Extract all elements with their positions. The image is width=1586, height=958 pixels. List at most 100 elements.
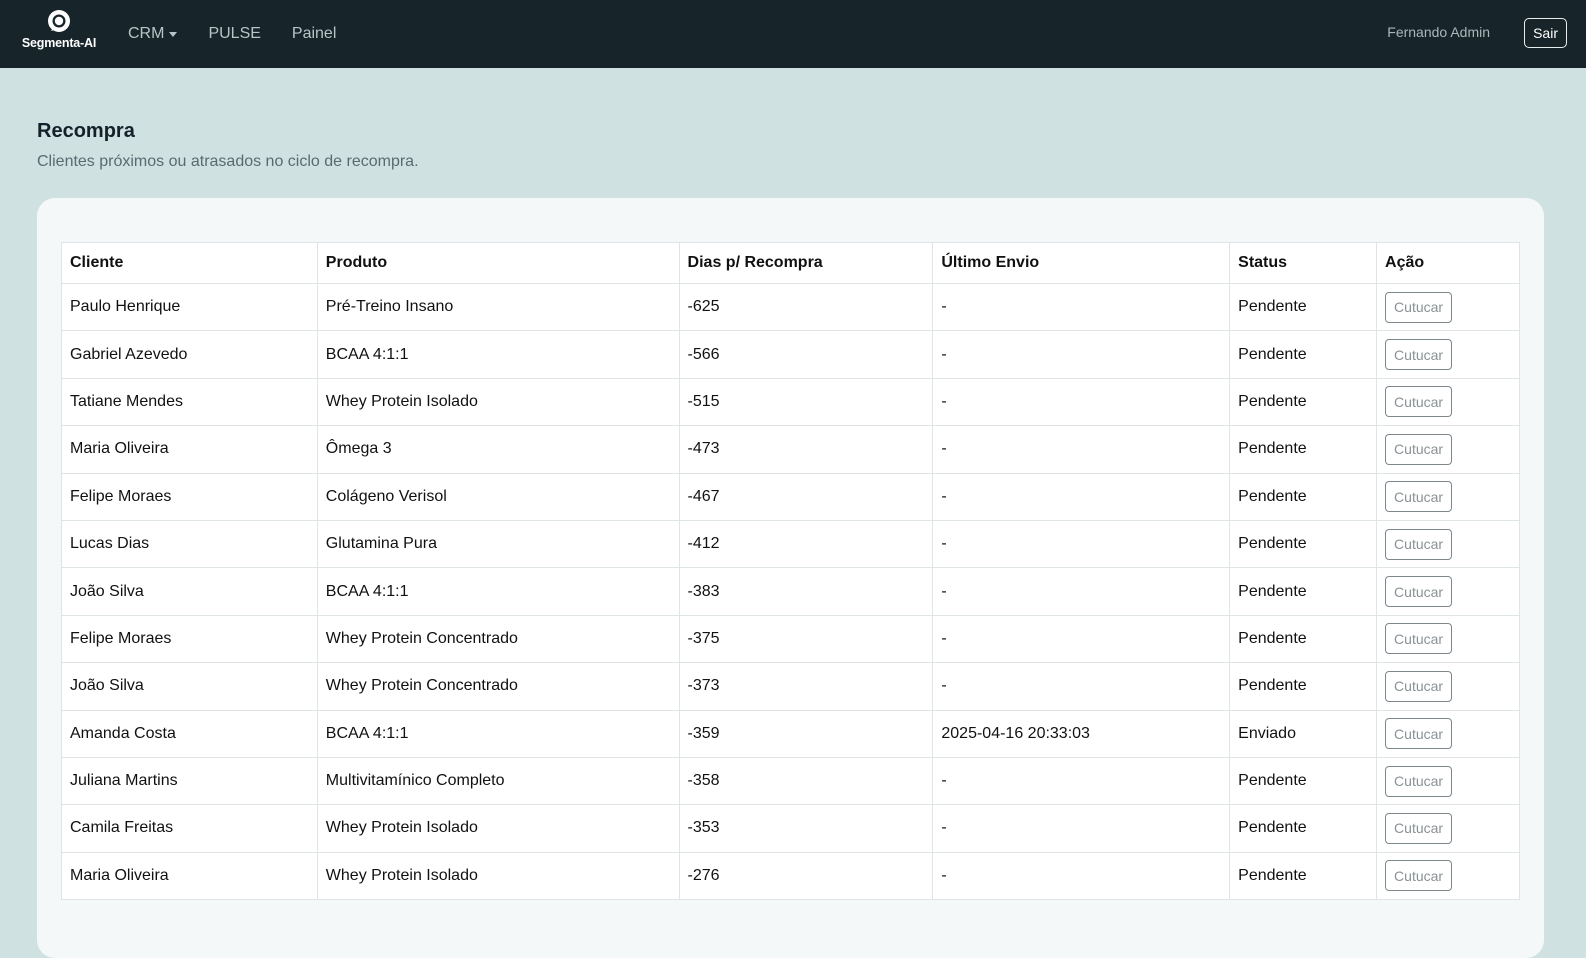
cell-cliente: Maria Oliveira	[61, 425, 318, 474]
column-header-status: Status	[1229, 242, 1378, 284]
cell-acao: Cutucar	[1376, 330, 1520, 379]
table-row: Paulo Henrique Pré-Treino Insano -625- Pend…	[61, 282, 1520, 332]
cell-status: Pendente	[1229, 567, 1378, 616]
cutucar-button[interactable]: Cutucar	[1385, 433, 1453, 465]
cell-acao: Cutucar	[1376, 662, 1520, 711]
cutucar-button[interactable]: Cutucar	[1385, 291, 1453, 323]
cell-produto: Whey Protein Concentrado	[316, 614, 680, 664]
cell-produto: BCAA 4:1:1	[316, 709, 680, 758]
brand-name: Segmenta-AI	[21, 36, 97, 50]
column-header-cliente: Cliente	[61, 242, 318, 284]
cutucar-button[interactable]: Cutucar	[1385, 860, 1453, 892]
cell-produto: Colágeno Verisol	[316, 472, 680, 521]
cell-cliente: Paulo Henrique	[61, 282, 318, 332]
table-row: Felipe Moraes Whey Protein Concentrado -37…	[61, 614, 1520, 664]
cutucar-button[interactable]: Cutucar	[1385, 670, 1453, 702]
cell-ultimo-envio: -	[932, 282, 1231, 332]
cell-acao: Cutucar	[1376, 282, 1520, 332]
column-header-produto: Produto	[316, 242, 680, 284]
cell-status: Pendente	[1229, 282, 1378, 332]
table-row: Tatiane Mendes Whey Protein Isolado -515- P…	[61, 377, 1520, 427]
cell-status: Pendente	[1229, 377, 1378, 427]
cell-status: Pendente	[1229, 851, 1378, 901]
cell-status: Pendente	[1229, 330, 1378, 379]
cutucar-button[interactable]: Cutucar	[1385, 812, 1453, 844]
cell-ultimo-envio: -	[932, 377, 1231, 427]
nav-item-crm[interactable]: CRM	[128, 25, 178, 43]
cell-cliente: Gabriel Azevedo	[61, 330, 318, 379]
cell-acao: Cutucar	[1376, 567, 1520, 616]
cell-status: Pendente	[1229, 519, 1378, 569]
table-row: Juliana Martins Multivitamínico Completo -…	[61, 756, 1520, 806]
cutucar-button[interactable]: Cutucar	[1385, 765, 1453, 797]
cell-ultimo-envio: -	[932, 567, 1231, 616]
cell-status: Pendente	[1229, 756, 1378, 806]
table-row: Felipe Moraes Colágeno Verisol -467- Penden…	[61, 472, 1520, 521]
cell-produto: Multivitamínico Completo	[316, 756, 680, 806]
nav-item-painel[interactable]: Painel	[292, 25, 336, 43]
cell-dias-recompra: -625	[678, 282, 934, 332]
cell-cliente: Felipe Moraes	[61, 472, 318, 521]
cell-cliente: Juliana Martins	[61, 756, 318, 806]
cell-status: Pendente	[1229, 662, 1378, 711]
table-row: Lucas Dias Glutamina Pura -412- Pendente Cut…	[61, 519, 1520, 569]
chat-bubble-logo-icon	[48, 10, 70, 32]
brand-logo[interactable]: Segmenta-AI	[14, 9, 104, 57]
cutucar-button[interactable]: Cutucar	[1385, 386, 1453, 418]
table-row: Gabriel Azevedo BCAA 4:1:1 -566- Pendente Cu…	[61, 330, 1520, 379]
cell-produto: Glutamina Pura	[316, 519, 680, 569]
cutucar-button[interactable]: Cutucar	[1385, 528, 1453, 560]
cell-produto: Whey Protein Isolado	[316, 804, 680, 853]
cutucar-button[interactable]: Cutucar	[1385, 623, 1453, 655]
cell-cliente: Tatiane Mendes	[61, 377, 318, 427]
table-header-row: Cliente Produto Dias p/ Recompra Último …	[61, 242, 1520, 284]
cell-ultimo-envio: -	[932, 804, 1231, 853]
cell-cliente: João Silva	[61, 662, 318, 711]
cell-ultimo-envio: -	[932, 662, 1231, 711]
cell-produto: BCAA 4:1:1	[316, 330, 680, 379]
cell-ultimo-envio: 2025-04-16 20:33:03	[932, 709, 1231, 758]
cell-cliente: Felipe Moraes	[61, 614, 318, 664]
cell-status: Pendente	[1229, 804, 1378, 853]
table-row: João Silva BCAA 4:1:1 -383- Pendente Cutucar	[61, 567, 1520, 616]
cell-dias-recompra: -566	[678, 330, 934, 379]
column-header-acao: Ação	[1376, 242, 1520, 284]
table-row: Camila Freitas Whey Protein Isolado -353- P…	[61, 804, 1520, 853]
cell-dias-recompra: -515	[678, 377, 934, 427]
current-user-name: Fernando Admin	[1387, 24, 1490, 40]
nav-item-label: Painel	[291, 25, 337, 42]
cell-status: Enviado	[1229, 709, 1378, 758]
cutucar-button[interactable]: Cutucar	[1385, 576, 1453, 608]
cell-dias-recompra: -276	[678, 851, 934, 901]
cell-acao: Cutucar	[1376, 709, 1520, 758]
cutucar-button[interactable]: Cutucar	[1385, 339, 1453, 371]
cell-dias-recompra: -375	[678, 614, 934, 664]
top-navbar: Segmenta-AI CRM PULSE Painel Fernando Ad…	[0, 0, 1586, 68]
cell-dias-recompra: -373	[678, 662, 934, 711]
table-body: Paulo Henrique Pré-Treino Insano -625- Pend…	[61, 282, 1520, 901]
cutucar-button[interactable]: Cutucar	[1385, 481, 1453, 513]
cell-acao: Cutucar	[1376, 472, 1520, 521]
table-row: Amanda Costa BCAA 4:1:1 -359 2025-04-16 20:…	[61, 709, 1520, 758]
cell-ultimo-envio: -	[932, 756, 1231, 806]
cell-acao: Cutucar	[1376, 425, 1520, 474]
cell-status: Pendente	[1229, 425, 1378, 474]
page-title: Recompra	[37, 120, 135, 142]
cell-acao: Cutucar	[1376, 756, 1520, 806]
column-header-ultimo-envio: Último Envio	[932, 242, 1231, 284]
cell-produto: Whey Protein Concentrado	[316, 662, 680, 711]
cell-dias-recompra: -358	[678, 756, 934, 806]
table-row: João Silva Whey Protein Concentrado -373- P…	[61, 662, 1520, 711]
nav-item-pulse[interactable]: PULSE	[208, 25, 260, 43]
cell-dias-recompra: -353	[678, 804, 934, 853]
caret-down-icon	[169, 31, 178, 37]
cell-produto: BCAA 4:1:1	[316, 567, 680, 616]
logout-button[interactable]: Sair	[1524, 18, 1567, 48]
cutucar-button[interactable]: Cutucar	[1385, 718, 1453, 750]
cell-produto: Pré-Treino Insano	[316, 282, 680, 332]
cell-cliente: Lucas Dias	[61, 519, 318, 569]
cell-dias-recompra: -383	[678, 567, 934, 616]
cell-dias-recompra: -473	[678, 425, 934, 474]
content-card: Cliente Produto Dias p/ Recompra Último …	[37, 198, 1544, 958]
cell-acao: Cutucar	[1376, 377, 1520, 427]
